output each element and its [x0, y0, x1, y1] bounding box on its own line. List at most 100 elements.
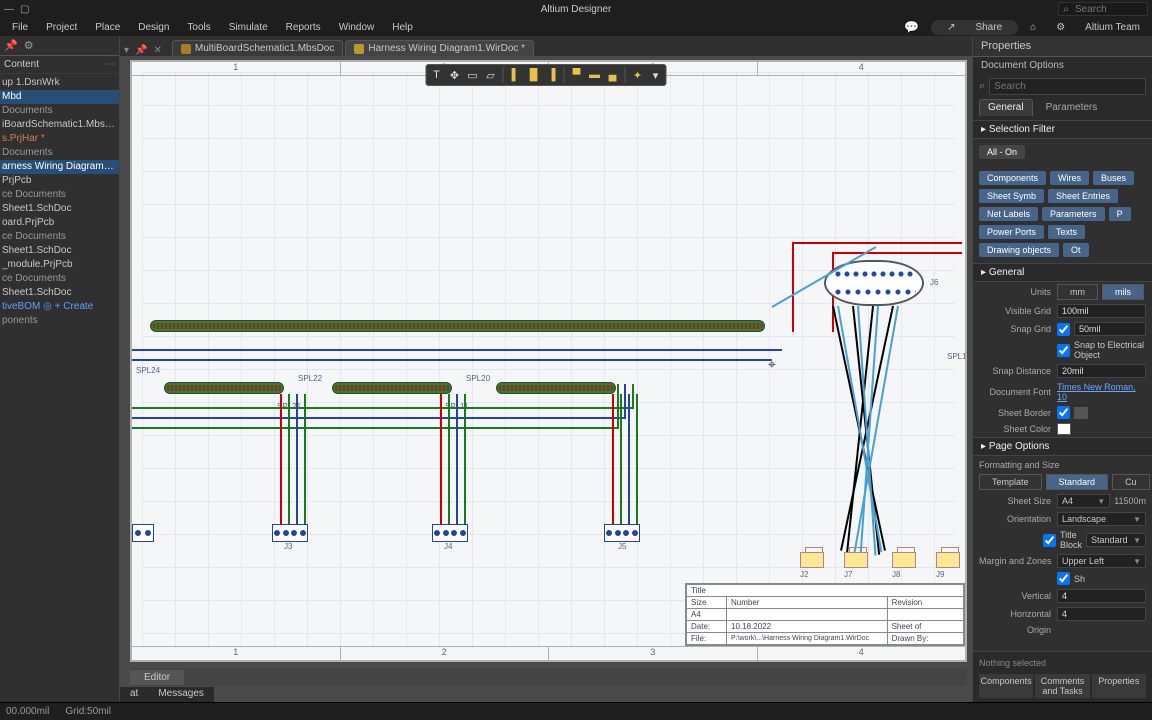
- tree-row[interactable]: ce Documents: [0, 188, 119, 202]
- tab-editor[interactable]: Editor: [130, 670, 184, 685]
- snap-grid-input[interactable]: [1074, 322, 1146, 336]
- wire[interactable]: [288, 394, 290, 524]
- wire[interactable]: [456, 394, 458, 524]
- wire[interactable]: [612, 394, 614, 524]
- pin-icon[interactable]: 📌: [4, 39, 18, 52]
- menu-reports[interactable]: Reports: [278, 21, 329, 34]
- connector-j5[interactable]: [604, 524, 640, 542]
- tree-row[interactable]: Mbd: [0, 90, 119, 104]
- menu-help[interactable]: Help: [384, 21, 421, 34]
- filter-chip[interactable]: Sheet Symb: [979, 189, 1044, 203]
- search-input[interactable]: [1073, 3, 1143, 16]
- tree-row[interactable]: Sheet1.SchDoc: [0, 202, 119, 216]
- wire[interactable]: [632, 384, 634, 409]
- connector-edge[interactable]: [132, 524, 154, 542]
- menu-place[interactable]: Place: [87, 21, 128, 34]
- panel-content-header[interactable]: Content ⋯: [0, 56, 119, 74]
- visible-grid-input[interactable]: [1057, 304, 1146, 318]
- tab-harness[interactable]: Harness Wiring Diagram1.WirDoc *: [345, 40, 534, 56]
- foot-tab-properties[interactable]: Properties: [1092, 674, 1146, 698]
- menu-window[interactable]: Window: [331, 21, 383, 34]
- tree-row[interactable]: tiveBOM ◎ + Create: [0, 300, 119, 314]
- doc-font-link[interactable]: Times New Roman, 10: [1057, 382, 1146, 402]
- tab-general[interactable]: General: [979, 99, 1033, 116]
- tree-row[interactable]: PrjPcb: [0, 174, 119, 188]
- align-toolbar[interactable]: T ✥ ▭ ▱ ▌ ▐▌ ▐ ▀ ▬ ▄ ✦ ▾: [426, 64, 667, 86]
- wire[interactable]: [132, 349, 782, 351]
- align-top-icon[interactable]: ▀: [569, 67, 585, 83]
- tab-at[interactable]: at: [120, 687, 148, 702]
- tool-dropdown-icon[interactable]: ▾: [648, 67, 664, 83]
- seg-template[interactable]: Template: [979, 474, 1042, 490]
- filter-chip[interactable]: Power Ports: [979, 225, 1044, 239]
- snap-grid-check[interactable]: [1057, 323, 1070, 336]
- tree-row[interactable]: Documents: [0, 146, 119, 160]
- filter-chip[interactable]: Wires: [1050, 171, 1089, 185]
- vertical-input[interactable]: [1057, 589, 1146, 603]
- foot-tab-comments[interactable]: Comments and Tasks: [1035, 674, 1089, 698]
- wire[interactable]: [132, 407, 632, 409]
- project-tree[interactable]: up 1.DsnWrkMbdDocumentsiBoardSchematic1.…: [0, 74, 119, 330]
- align-right-icon[interactable]: ▐: [544, 67, 560, 83]
- sheet-color-swatch[interactable]: [1057, 423, 1071, 435]
- connector-j3[interactable]: [272, 524, 308, 542]
- wire[interactable]: [448, 394, 450, 524]
- filter-chip[interactable]: Texts: [1048, 225, 1085, 239]
- tab-close-icon[interactable]: ✕: [151, 45, 163, 56]
- seg-custom[interactable]: Cu: [1112, 474, 1150, 490]
- tree-row[interactable]: ce Documents: [0, 272, 119, 286]
- tab-pin-icon[interactable]: 📌: [133, 45, 149, 56]
- wire[interactable]: [132, 359, 772, 361]
- menu-design[interactable]: Design: [130, 21, 177, 34]
- menu-dots-icon[interactable]: ⋯: [105, 59, 115, 70]
- tab-dropdown-icon[interactable]: ▾: [122, 45, 131, 56]
- units-mils[interactable]: mils: [1102, 284, 1144, 300]
- tree-row[interactable]: s.PrjHar *: [0, 132, 119, 146]
- wire[interactable]: [304, 394, 306, 524]
- distribute-icon[interactable]: ✦: [630, 67, 646, 83]
- restore-icon[interactable]: ▢: [20, 4, 29, 15]
- tree-row[interactable]: Sheet1.SchDoc: [0, 244, 119, 258]
- filter-chip[interactable]: Ot: [1063, 243, 1089, 257]
- tree-row[interactable]: ponents: [0, 314, 119, 328]
- pad-j7[interactable]: [844, 552, 868, 568]
- menu-project[interactable]: Project: [38, 21, 85, 34]
- tree-row[interactable]: Sheet1.SchDoc: [0, 286, 119, 300]
- harness-bundle-2[interactable]: [332, 382, 452, 394]
- wire[interactable]: [636, 394, 638, 524]
- tree-row[interactable]: ce Documents: [0, 230, 119, 244]
- tool-text-icon[interactable]: T: [429, 67, 445, 83]
- wire[interactable]: [620, 394, 622, 524]
- home-icon[interactable]: ⌂: [1022, 21, 1044, 34]
- menu-file[interactable]: File: [4, 21, 36, 34]
- comment-icon[interactable]: 💬: [896, 19, 927, 35]
- align-center-h-icon[interactable]: ▐▌: [526, 67, 542, 83]
- harness-bundle-top[interactable]: [150, 320, 765, 332]
- align-bottom-icon[interactable]: ▄: [605, 67, 621, 83]
- properties-search-input[interactable]: [989, 78, 1146, 95]
- tool-select-icon[interactable]: ▱: [483, 67, 499, 83]
- horizontal-input[interactable]: [1057, 607, 1146, 621]
- filter-chip[interactable]: P: [1109, 207, 1131, 221]
- wire[interactable]: [296, 394, 298, 524]
- tool-move-icon[interactable]: ✥: [447, 67, 463, 83]
- titleblock-select[interactable]: Standard▼: [1086, 533, 1146, 547]
- harness-bundle-1[interactable]: [164, 382, 284, 394]
- units-toggle[interactable]: mm mils: [1057, 284, 1146, 300]
- gear2-icon[interactable]: ⚙: [24, 39, 34, 52]
- wire[interactable]: [792, 242, 962, 244]
- filter-chip[interactable]: Parameters: [1042, 207, 1105, 221]
- gear-icon[interactable]: ⚙: [1048, 21, 1073, 34]
- pad-j9[interactable]: [936, 552, 960, 568]
- wire[interactable]: [792, 242, 794, 332]
- share-button[interactable]: ↗ Share: [931, 20, 1018, 35]
- foot-tab-components[interactable]: Components: [979, 674, 1033, 698]
- wire[interactable]: [464, 394, 466, 524]
- filter-chip[interactable]: Net Labels: [979, 207, 1038, 221]
- tab-mbs[interactable]: MultiBoardSchematic1.MbsDoc: [172, 40, 344, 56]
- sheetsize-select[interactable]: A4▼: [1057, 494, 1110, 508]
- harness-bundle-3[interactable]: [496, 382, 616, 394]
- pad-j8[interactable]: [892, 552, 916, 568]
- filter-chip[interactable]: Drawing objects: [979, 243, 1059, 257]
- tree-row[interactable]: _module.PrjPcb: [0, 258, 119, 272]
